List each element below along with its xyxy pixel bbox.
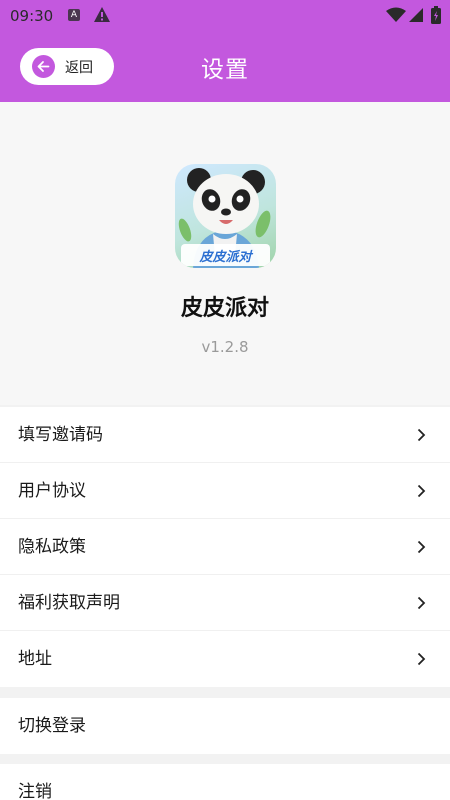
menu-item-privacy-policy[interactable]: 隐私政策 [0, 519, 450, 575]
status-bar: 09:30 A [0, 0, 450, 32]
settings-menu-group: 填写邀请码 用户协议 隐私政策 福利获取声明 地址 [0, 407, 450, 687]
warning-icon [94, 7, 110, 22]
menu-item-label: 填写邀请码 [18, 425, 103, 445]
page-title: 设置 [201, 57, 249, 83]
menu-item-label: 隐私政策 [18, 537, 86, 557]
chevron-right-icon [417, 652, 426, 666]
logout-button[interactable]: 注销 [0, 764, 450, 800]
logout-group: 注销 [0, 764, 450, 800]
menu-item-invite-code[interactable]: 填写邀请码 [0, 407, 450, 463]
app-logo-text: 皮皮派对 [199, 250, 252, 265]
app-logo: 皮皮派对 [175, 164, 276, 268]
menu-item-address[interactable]: 地址 [0, 631, 450, 687]
logout-label: 注销 [18, 782, 52, 800]
app-info-section: 皮皮派对 皮皮派对 v1.2.8 [0, 102, 450, 405]
chevron-right-icon [417, 484, 426, 498]
app-version: v1.2.8 [201, 338, 249, 356]
battery-icon [431, 6, 441, 24]
menu-item-benefit-statement[interactable]: 福利获取声明 [0, 575, 450, 631]
chevron-right-icon [417, 428, 426, 442]
menu-item-user-agreement[interactable]: 用户协议 [0, 463, 450, 519]
menu-item-label: 用户协议 [18, 481, 86, 501]
switch-login-label: 切换登录 [18, 716, 86, 736]
app-name: 皮皮派对 [180, 296, 269, 321]
switch-login-group: 切换登录 [0, 698, 450, 754]
menu-item-label: 地址 [18, 649, 52, 669]
header-bar: 09:30 A 返回 设置 [0, 0, 450, 102]
menu-item-label: 福利获取声明 [18, 593, 120, 613]
wifi-icon [386, 7, 406, 22]
chevron-right-icon [417, 540, 426, 554]
a-notification-icon: A [68, 9, 80, 21]
status-time: 09:30 [10, 7, 54, 25]
switch-login-button[interactable]: 切换登录 [0, 698, 450, 754]
signal-icon [409, 8, 423, 22]
chevron-right-icon [417, 596, 426, 610]
